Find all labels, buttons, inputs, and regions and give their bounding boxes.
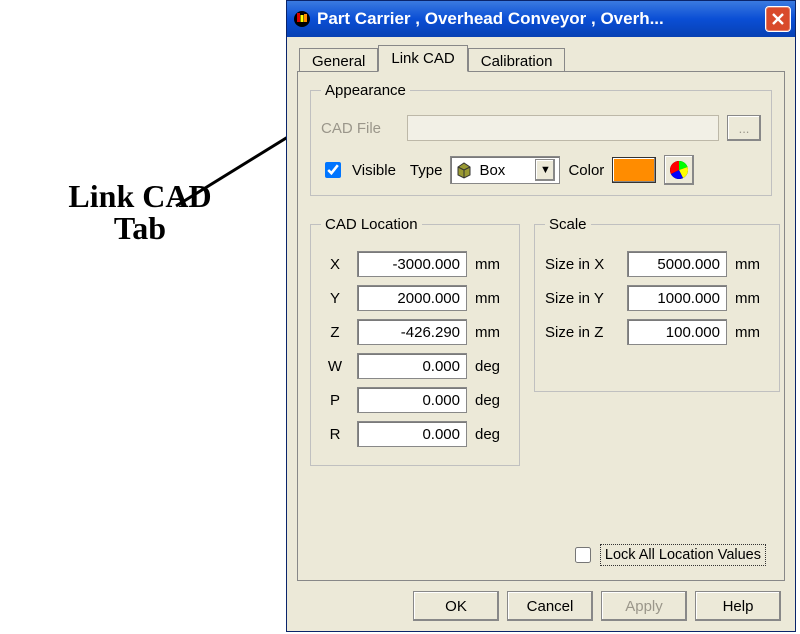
help-button[interactable]: Help xyxy=(695,591,781,621)
unit-z: mm xyxy=(475,324,509,341)
group-appearance: Appearance CAD File ... Visible Type xyxy=(310,82,772,196)
row-size-y: Size in Y mm xyxy=(545,285,769,311)
input-p[interactable] xyxy=(357,387,467,413)
label-p: P xyxy=(321,392,349,409)
dialog-window: Part Carrier , Overhead Conveyor , Overh… xyxy=(286,0,796,632)
chevron-down-icon[interactable]: ▼ xyxy=(535,159,555,181)
client-area: General Link CAD Calibration Appearance … xyxy=(287,37,795,631)
row-y: Ymm xyxy=(321,285,509,311)
row-z: Zmm xyxy=(321,319,509,345)
unit-size-z: mm xyxy=(735,324,769,341)
label-size-z: Size in Z xyxy=(545,324,619,341)
annotation-line2: Tab xyxy=(114,210,166,246)
cad-location-legend: CAD Location xyxy=(321,216,422,233)
appearance-legend: Appearance xyxy=(321,82,410,99)
input-r[interactable] xyxy=(357,421,467,447)
unit-r: deg xyxy=(475,426,509,443)
type-label: Type xyxy=(410,162,443,179)
label-x: X xyxy=(321,256,349,273)
input-size-y[interactable] xyxy=(627,285,727,311)
tab-panel-link-cad: Appearance CAD File ... Visible Type xyxy=(297,71,785,581)
lock-row: Lock All Location Values xyxy=(571,544,766,566)
color-picker-button[interactable] xyxy=(664,155,694,185)
close-button[interactable] xyxy=(765,6,791,32)
app-icon xyxy=(293,10,311,28)
label-size-y: Size in Y xyxy=(545,290,619,307)
annotation-line1: Link CAD xyxy=(68,178,211,214)
label-z: Z xyxy=(321,324,349,341)
visible-checkbox[interactable] xyxy=(325,162,341,178)
tab-link-cad[interactable]: Link CAD xyxy=(378,45,467,72)
annotation-label: Link CAD Tab xyxy=(0,180,280,244)
action-buttons: OK Cancel Apply Help xyxy=(297,581,785,621)
color-label: Color xyxy=(568,162,604,179)
group-scale: Scale Size in X mm Size in Y mm Size in Z m… xyxy=(534,216,780,392)
input-x[interactable] xyxy=(357,251,467,277)
ok-button[interactable]: OK xyxy=(413,591,499,621)
input-w[interactable] xyxy=(357,353,467,379)
input-size-x[interactable] xyxy=(627,251,727,277)
type-select[interactable]: Box ▼ xyxy=(450,156,560,184)
color-swatch[interactable] xyxy=(612,157,656,183)
label-w: W xyxy=(321,358,349,375)
lock-label: Lock All Location Values xyxy=(600,544,766,566)
unit-p: deg xyxy=(475,392,509,409)
input-y[interactable] xyxy=(357,285,467,311)
cadfile-label: CAD File xyxy=(321,120,399,137)
lock-checkbox[interactable] xyxy=(575,547,591,563)
row-x: Xmm xyxy=(321,251,509,277)
titlebar: Part Carrier , Overhead Conveyor , Overh… xyxy=(287,1,795,37)
unit-x: mm xyxy=(475,256,509,273)
browse-button[interactable]: ... xyxy=(727,115,761,141)
group-cad-location: CAD Location Xmm Ymm Zmm Wdeg Pdeg Rdeg xyxy=(310,216,520,466)
window-title: Part Carrier , Overhead Conveyor , Overh… xyxy=(317,9,759,29)
tab-strip: General Link CAD Calibration xyxy=(297,45,785,72)
label-r: R xyxy=(321,426,349,443)
unit-w: deg xyxy=(475,358,509,375)
row-r: Rdeg xyxy=(321,421,509,447)
row-w: Wdeg xyxy=(321,353,509,379)
scale-legend: Scale xyxy=(545,216,591,233)
input-size-z[interactable] xyxy=(627,319,727,345)
label-size-x: Size in X xyxy=(545,256,619,273)
row-size-x: Size in X mm xyxy=(545,251,769,277)
unit-size-y: mm xyxy=(735,290,769,307)
row-size-z: Size in Z mm xyxy=(545,319,769,345)
cancel-button[interactable]: Cancel xyxy=(507,591,593,621)
label-y: Y xyxy=(321,290,349,307)
unit-y: mm xyxy=(475,290,509,307)
visible-label: Visible xyxy=(352,162,396,179)
apply-button[interactable]: Apply xyxy=(601,591,687,621)
cadfile-input[interactable] xyxy=(407,115,719,141)
input-z[interactable] xyxy=(357,319,467,345)
type-value: Box xyxy=(479,162,505,179)
row-p: Pdeg xyxy=(321,387,509,413)
unit-size-x: mm xyxy=(735,256,769,273)
box-icon xyxy=(455,161,473,179)
